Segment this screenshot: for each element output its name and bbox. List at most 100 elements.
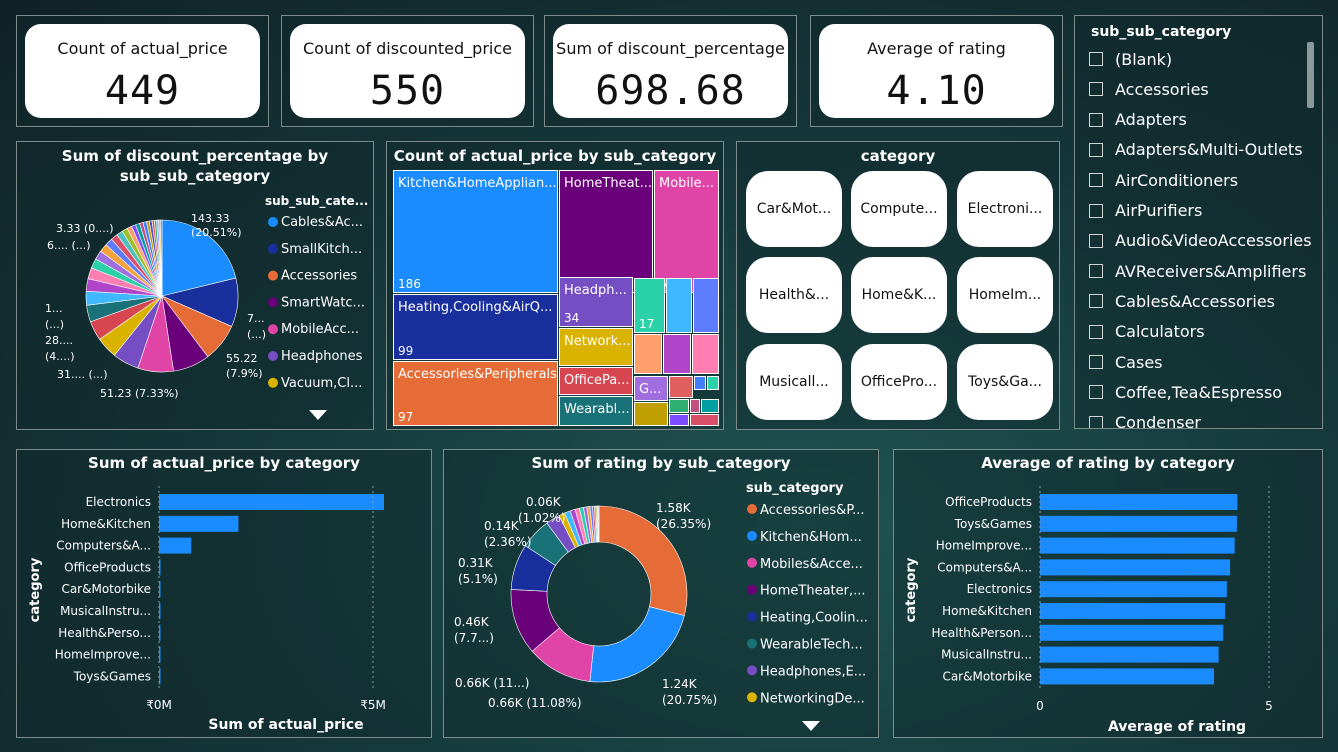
checkbox[interactable] bbox=[1089, 82, 1103, 97]
bar[interactable] bbox=[1040, 581, 1227, 598]
data-label: 1.24K bbox=[662, 677, 698, 691]
data-label: 31.... (...) bbox=[57, 368, 108, 381]
treemap-tile[interactable] bbox=[707, 376, 719, 390]
bar[interactable] bbox=[159, 537, 192, 554]
slicer-item[interactable]: Adapters&Multi-Outlets bbox=[1089, 135, 1303, 165]
legend-label: SmallKitch... bbox=[281, 242, 362, 257]
checkbox[interactable] bbox=[1089, 112, 1103, 127]
bar[interactable] bbox=[159, 515, 239, 532]
treemap-tile[interactable] bbox=[690, 399, 700, 413]
legend-label: Headphones,E... bbox=[760, 664, 866, 679]
pie-slice[interactable] bbox=[589, 606, 685, 683]
bar[interactable] bbox=[1040, 624, 1224, 641]
category-button[interactable]: Musicall... bbox=[746, 344, 842, 420]
treemap-tile[interactable] bbox=[666, 278, 692, 333]
treemap-tile[interactable]: Mobile...64 bbox=[654, 170, 719, 293]
avg-rating-bar-panel: Average of rating by category OfficeProd… bbox=[893, 449, 1323, 738]
treemap-tile[interactable]: OfficePa... bbox=[559, 367, 633, 395]
legend-label: WearableTech... bbox=[760, 638, 863, 653]
category-button[interactable]: OfficePro... bbox=[851, 344, 947, 420]
checkbox[interactable] bbox=[1089, 173, 1103, 188]
bar[interactable] bbox=[1040, 515, 1237, 532]
checkbox[interactable] bbox=[1089, 203, 1103, 218]
treemap-tile[interactable] bbox=[669, 414, 689, 426]
treemap-tile[interactable] bbox=[634, 402, 668, 426]
checkbox[interactable] bbox=[1089, 233, 1103, 248]
bar[interactable] bbox=[159, 646, 161, 663]
checkbox[interactable] bbox=[1089, 264, 1103, 279]
checkbox[interactable] bbox=[1089, 294, 1103, 309]
pie-slice[interactable] bbox=[597, 505, 600, 543]
treemap-tile[interactable]: Wearabl... bbox=[559, 396, 633, 426]
slicer-item[interactable]: Cases bbox=[1089, 347, 1163, 377]
category-label: Toys&Games bbox=[954, 517, 1032, 531]
slicer-item[interactable]: AVReceivers&Amplifiers bbox=[1089, 256, 1306, 286]
treemap-tile[interactable]: Accessories&Peripherals 97 bbox=[393, 361, 558, 426]
bar[interactable] bbox=[1040, 559, 1231, 576]
treemap-tile[interactable] bbox=[634, 334, 662, 374]
x-axis-label: Sum of actual_price bbox=[208, 717, 363, 733]
bar[interactable] bbox=[1040, 603, 1226, 619]
chevron-down-icon[interactable] bbox=[309, 410, 327, 420]
category-button[interactable]: Health&... bbox=[746, 257, 842, 333]
bar[interactable] bbox=[1040, 537, 1235, 554]
slicer-item-label: Adapters bbox=[1115, 110, 1187, 130]
tile-value: 99 bbox=[398, 344, 414, 358]
checkbox[interactable] bbox=[1089, 52, 1103, 66]
treemap-tile[interactable] bbox=[694, 376, 706, 390]
category-button[interactable]: Electroni... bbox=[957, 171, 1053, 247]
legend-marker bbox=[747, 530, 757, 541]
tile-label: G... bbox=[639, 382, 662, 397]
bar[interactable] bbox=[1040, 494, 1238, 510]
legend-title: sub_sub_cate... bbox=[265, 194, 368, 209]
treemap-tile[interactable] bbox=[692, 334, 719, 374]
slicer-item[interactable]: Calculators bbox=[1089, 317, 1205, 347]
kpi-value: 698.68 bbox=[595, 68, 746, 114]
data-label: (7.9%) bbox=[226, 367, 263, 380]
data-label: 7... bbox=[247, 312, 265, 325]
category-button[interactable]: Compute... bbox=[851, 171, 947, 247]
checkbox[interactable] bbox=[1089, 355, 1103, 369]
checkbox[interactable] bbox=[1089, 385, 1103, 400]
treemap-tile[interactable]: Kitchen&HomeApplian... 186 bbox=[393, 170, 558, 293]
slicer-item[interactable]: AirPurifiers bbox=[1089, 196, 1202, 226]
slicer-item[interactable]: (Blank) bbox=[1089, 44, 1172, 74]
slicer-item[interactable]: Adapters bbox=[1089, 105, 1187, 135]
discount-pie-panel: Sum of discount_percentage by sub_sub_ca… bbox=[16, 141, 374, 430]
treemap-tile[interactable]: Heating,Cooling&AirQ... 99 bbox=[393, 294, 558, 360]
bar[interactable] bbox=[1040, 668, 1215, 685]
slicer-item[interactable]: Coffee,Tea&Espresso bbox=[1089, 377, 1282, 407]
slicer-item[interactable]: AirConditioners bbox=[1089, 165, 1238, 195]
slicer-item[interactable]: Condenser bbox=[1089, 408, 1201, 428]
category-button[interactable]: Car&Mot... bbox=[746, 171, 842, 247]
category-label: Computers&A... bbox=[56, 539, 151, 553]
bar[interactable] bbox=[159, 494, 384, 510]
treemap-tile[interactable] bbox=[669, 399, 689, 413]
treemap-tile[interactable]: Network... bbox=[559, 328, 633, 366]
category-button[interactable]: HomeIm... bbox=[957, 257, 1053, 333]
slicer-scrollbar[interactable] bbox=[1307, 42, 1314, 108]
bar[interactable] bbox=[1040, 646, 1219, 663]
treemap-tile[interactable]: G... bbox=[634, 376, 668, 401]
checkbox[interactable] bbox=[1089, 324, 1103, 339]
treemap-tile[interactable] bbox=[690, 414, 719, 426]
slicer-item-label: Cables&Accessories bbox=[1115, 291, 1275, 311]
tile-label: HomeTheat... bbox=[564, 176, 653, 191]
treemap-tile[interactable] bbox=[693, 278, 719, 333]
treemap-tile[interactable] bbox=[701, 399, 719, 413]
category-button[interactable]: Home&K... bbox=[851, 257, 947, 333]
category-button[interactable]: Toys&Ga... bbox=[957, 344, 1053, 420]
slicer-item[interactable]: Cables&Accessories bbox=[1089, 286, 1275, 316]
chevron-down-icon[interactable] bbox=[802, 721, 820, 731]
slicer-item[interactable]: Accessories bbox=[1089, 74, 1209, 104]
checkbox[interactable] bbox=[1089, 415, 1103, 428]
treemap-tile[interactable]: Headph... 34 bbox=[559, 277, 633, 327]
checkbox[interactable] bbox=[1089, 142, 1103, 157]
category-label: Home&Kitchen bbox=[942, 604, 1032, 618]
treemap-tile[interactable]: 17 bbox=[634, 278, 665, 333]
slicer-item[interactable]: Audio&VideoAccessories bbox=[1089, 226, 1312, 256]
bar[interactable] bbox=[159, 581, 161, 598]
treemap-tile[interactable] bbox=[669, 376, 693, 398]
treemap-tile[interactable]: HomeTheat...93 bbox=[559, 170, 653, 293]
treemap-tile[interactable] bbox=[663, 334, 691, 374]
